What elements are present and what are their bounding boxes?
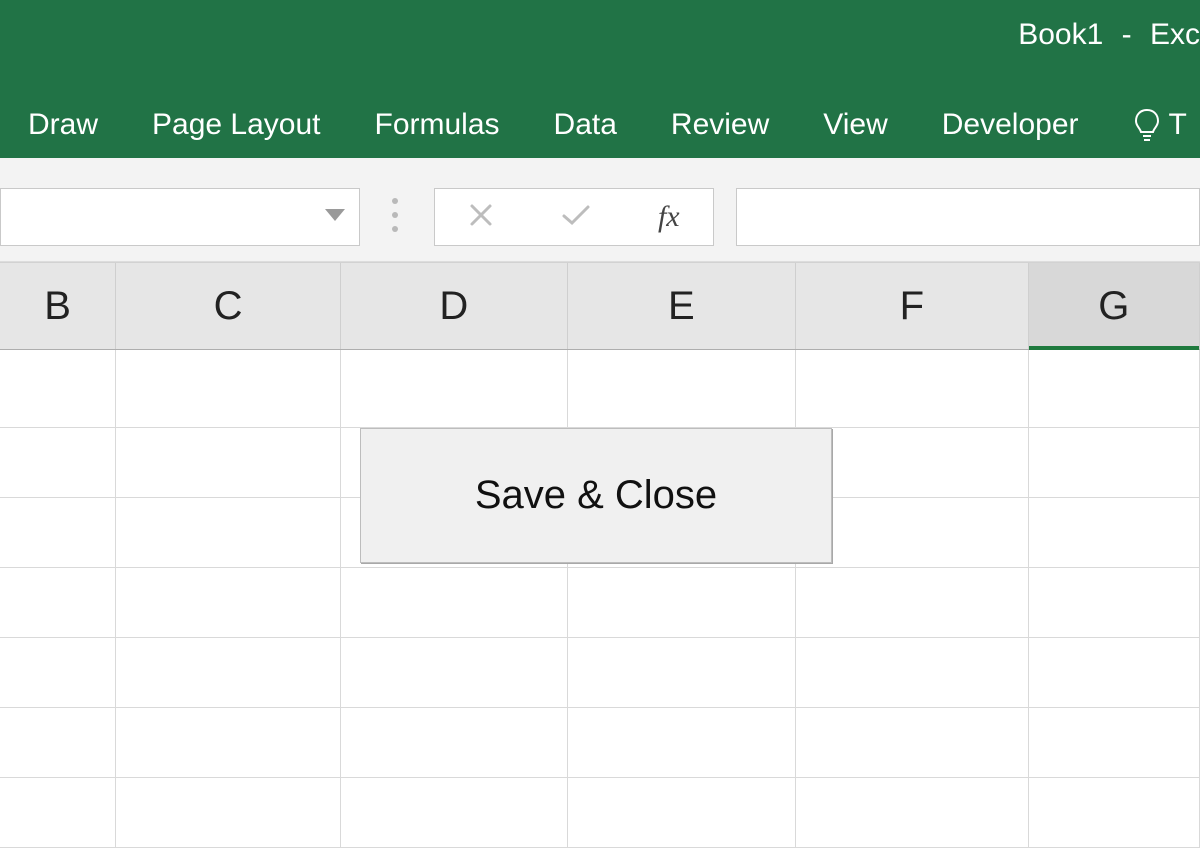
tab-formulas[interactable]: Formulas — [375, 108, 500, 142]
cell[interactable] — [568, 708, 797, 778]
cell[interactable] — [796, 778, 1028, 848]
tab-draw[interactable]: Draw — [28, 108, 98, 142]
cell[interactable] — [0, 708, 116, 778]
title-doc: Book1 — [1018, 18, 1103, 51]
save-and-close-button[interactable]: Save & Close — [360, 428, 832, 563]
tab-data[interactable]: Data — [554, 108, 617, 142]
chevron-down-icon[interactable] — [325, 208, 345, 226]
tab-developer[interactable]: Developer — [942, 108, 1079, 142]
cell[interactable] — [341, 350, 568, 428]
cell[interactable] — [0, 568, 116, 638]
column-header-B[interactable]: B — [0, 263, 116, 349]
name-box[interactable] — [0, 188, 360, 246]
column-header-G[interactable]: G — [1029, 263, 1200, 349]
cell[interactable] — [116, 708, 341, 778]
cell[interactable] — [1029, 778, 1200, 848]
cell[interactable] — [796, 708, 1028, 778]
ribbon-tabs: Draw Page Layout Formulas Data Review Vi… — [28, 108, 1187, 142]
window-title: Book1 - Exc — [1018, 18, 1200, 52]
cell[interactable] — [1029, 428, 1200, 498]
cell[interactable] — [0, 350, 116, 428]
title-separator: - — [1122, 18, 1132, 51]
title-and-ribbon: Book1 - Exc Draw Page Layout Formulas Da… — [0, 0, 1200, 158]
cell[interactable] — [341, 778, 568, 848]
title-app: Exc — [1150, 18, 1200, 51]
tell-me-label: T — [1169, 108, 1187, 142]
column-header-E[interactable]: E — [568, 263, 797, 349]
cell[interactable] — [116, 428, 341, 498]
cell[interactable] — [796, 638, 1028, 708]
column-header-D[interactable]: D — [341, 263, 568, 349]
cell[interactable] — [0, 638, 116, 708]
cell[interactable] — [116, 568, 341, 638]
formula-bar-row: fx — [0, 158, 1200, 262]
enter-formula-icon[interactable] — [561, 203, 591, 232]
cell[interactable] — [568, 568, 797, 638]
cell[interactable] — [1029, 568, 1200, 638]
column-headers: B C D E F G — [0, 262, 1200, 350]
cell[interactable] — [0, 778, 116, 848]
lightbulb-icon — [1133, 108, 1161, 142]
spreadsheet-grid[interactable] — [0, 350, 1200, 848]
tab-review[interactable]: Review — [671, 108, 769, 142]
cell[interactable] — [116, 638, 341, 708]
cell[interactable] — [568, 638, 797, 708]
cell[interactable] — [796, 350, 1028, 428]
cell[interactable] — [116, 350, 341, 428]
cell[interactable] — [568, 778, 797, 848]
insert-function-button[interactable]: fx — [658, 200, 680, 234]
cell[interactable] — [796, 568, 1028, 638]
cell[interactable] — [116, 498, 341, 568]
tell-me[interactable]: T — [1133, 108, 1187, 142]
cancel-formula-icon[interactable] — [468, 202, 494, 233]
tab-page-layout[interactable]: Page Layout — [152, 108, 320, 142]
cell[interactable] — [0, 428, 116, 498]
cell[interactable] — [341, 568, 568, 638]
column-header-F[interactable]: F — [796, 263, 1028, 349]
cell[interactable] — [341, 638, 568, 708]
cell[interactable] — [1029, 708, 1200, 778]
cell[interactable] — [116, 778, 341, 848]
cell[interactable] — [341, 708, 568, 778]
cell[interactable] — [1029, 638, 1200, 708]
cell[interactable] — [568, 350, 797, 428]
cell[interactable] — [0, 498, 116, 568]
formula-controls: fx — [434, 188, 714, 246]
column-header-C[interactable]: C — [116, 263, 341, 349]
cell[interactable] — [1029, 498, 1200, 568]
tab-view[interactable]: View — [823, 108, 887, 142]
kebab-icon[interactable] — [392, 198, 398, 232]
cell[interactable] — [1029, 350, 1200, 428]
formula-input[interactable] — [736, 188, 1200, 246]
